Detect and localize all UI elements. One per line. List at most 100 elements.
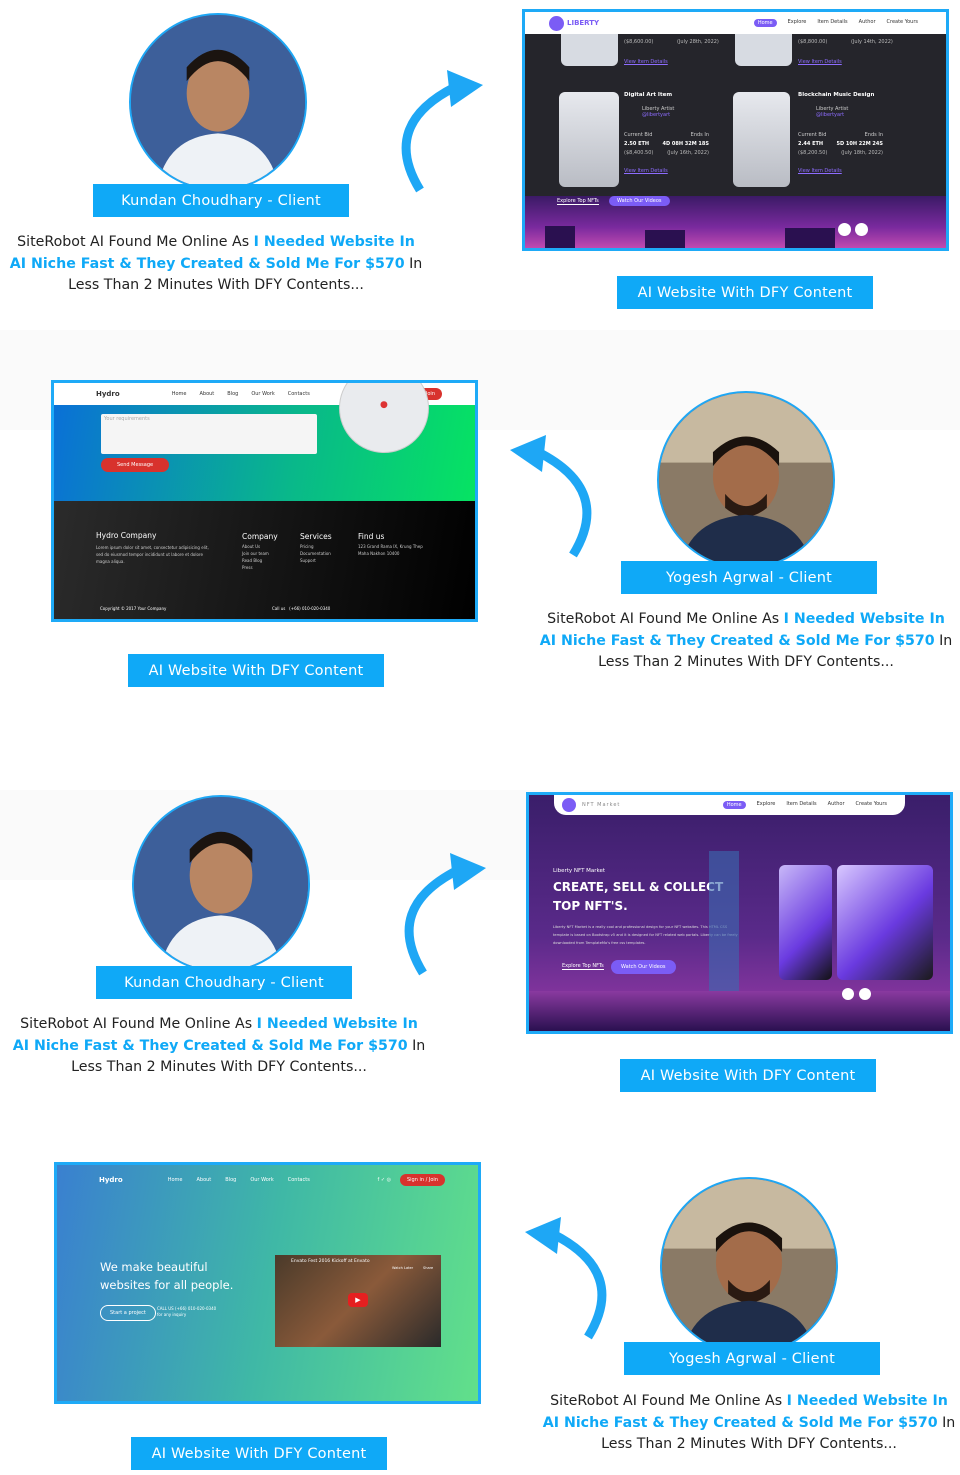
website-label: AI Website With DFY Content	[620, 1059, 876, 1092]
footer-link[interactable]: Press	[242, 564, 278, 571]
client-name-label: Yogesh Agrwal - Client	[621, 561, 877, 594]
nav-home[interactable]: Home	[168, 1177, 183, 1183]
nav-about[interactable]: About	[196, 1177, 211, 1183]
testimonial-highlight: I Needed Website In	[786, 1393, 948, 1409]
nav-contacts[interactable]: Contacts	[288, 1177, 310, 1183]
hero-title: TOP NFT'S.	[553, 899, 628, 913]
curved-arrow-left-icon	[510, 435, 592, 558]
testimonial-highlight: I Needed Website In	[253, 234, 415, 250]
sign-in-button[interactable]: Sign in / Join	[399, 1174, 445, 1186]
current-bid: 2.50 ETH	[624, 141, 650, 147]
nft-image	[837, 865, 933, 980]
nft-image	[779, 865, 832, 980]
client-name-label: Kundan Choudhary - Client	[93, 184, 349, 217]
footer-link[interactable]: Pricing	[300, 543, 332, 550]
footer-company-title: Hydro Company	[96, 531, 157, 540]
view-details-link[interactable]: View Item Details	[624, 59, 668, 65]
price-usd: ($8,400.50)	[624, 150, 654, 156]
liberty-logo-icon	[562, 798, 576, 812]
nav-author[interactable]: Author	[828, 801, 845, 809]
nav-blog[interactable]: Blog	[225, 1177, 236, 1183]
client-name-label: Kundan Choudhary - Client	[96, 966, 352, 999]
client-avatar	[129, 13, 307, 191]
nav-create-yours[interactable]: Create Yours	[856, 801, 887, 809]
footer-link[interactable]: Support	[300, 557, 332, 564]
nav-contacts[interactable]: Contacts	[288, 391, 310, 397]
bid-label: Current Bid	[624, 132, 653, 138]
nav-author[interactable]: Author	[859, 19, 876, 27]
video-title: Envato Fest 2016 Kickoff at Envato	[291, 1259, 370, 1264]
price-usd: ($8,600.00)	[624, 39, 654, 45]
watch-videos-button[interactable]: Watch Our Videos	[609, 196, 670, 206]
hydro-logo: Hydro	[99, 1176, 123, 1184]
footer-address: 123 Grand Rama IX, Krung Thep Maha Nakho…	[358, 544, 423, 556]
share-button[interactable]: Share	[423, 1266, 433, 1270]
footer-phone: Call us (+66) 010-020-0340	[272, 606, 331, 611]
nav-item-details[interactable]: Item Details	[786, 801, 816, 809]
next-slide-button[interactable]	[855, 223, 868, 236]
date: (July 16th, 2022)	[667, 150, 709, 156]
nav-our-work[interactable]: Our Work	[250, 1177, 273, 1183]
view-details-link[interactable]: View Item Details	[624, 168, 709, 174]
liberty-logo: LIBERTY	[567, 19, 600, 27]
footer-col-title: Company	[242, 532, 278, 541]
testimonial-plain: In	[937, 1414, 956, 1431]
explore-button[interactable]: Explore Top NFTs	[557, 198, 599, 205]
nav-item-details[interactable]: Item Details	[817, 19, 847, 27]
textarea-placeholder: Your requirements	[104, 416, 150, 422]
testimonial-highlight: AI Niche Fast & They Created & Sold Me F…	[542, 1414, 938, 1431]
footer-link[interactable]: Join our team	[242, 550, 278, 557]
explore-button[interactable]: Explore Top NFTs	[562, 963, 604, 970]
video-embed[interactable]: Envato Fest 2016 Kickoff at Envato Watch…	[275, 1255, 441, 1347]
testimonial-text: SiteRobot AI Found Me Online As I Needed…	[0, 232, 436, 297]
nav-explore[interactable]: Explore	[757, 801, 776, 809]
nav-explore[interactable]: Explore	[788, 19, 807, 27]
view-details-link[interactable]: View Item Details	[798, 59, 842, 65]
nav-create-yours[interactable]: Create Yours	[887, 19, 918, 27]
hero-title: CREATE, SELL & COLLECT	[553, 880, 724, 894]
nav-blog[interactable]: Blog	[227, 391, 238, 397]
requirements-textarea[interactable]: Your requirements	[101, 414, 317, 454]
website-screenshot-hydro-hero: Hydro Home About Blog Our Work Contacts f ✓ …	[54, 1162, 481, 1404]
play-icon[interactable]: ▶	[348, 1293, 368, 1307]
prev-slide-button[interactable]	[842, 988, 854, 1000]
liberty-navbar: NFT Market Home Explore Item Details Author…	[554, 795, 905, 815]
testimonial-text: SiteRobot AI Found Me Online As I Needed…	[526, 609, 960, 674]
artist-handle: @libertyart	[816, 112, 845, 118]
footer-company-desc: Lorem ipsum dolor sit amet, consectetur …	[96, 545, 209, 564]
footer-copyright: Copyright © 2017 Your Company	[100, 606, 167, 611]
current-bid: 2.44 ETH	[798, 141, 824, 147]
send-message-button[interactable]: Send Message	[101, 458, 170, 472]
date: (July 28th, 2022)	[677, 39, 719, 45]
nav-about[interactable]: About	[199, 391, 214, 397]
prev-slide-button[interactable]	[838, 223, 851, 236]
testimonial-plain: Less Than 2 Minutes With DFY Contents...	[601, 1436, 897, 1453]
liberty-navbar: LIBERTY Home Explore Item Details Author…	[525, 12, 946, 34]
footer-link[interactable]: About Us	[242, 543, 278, 550]
website-screenshot-hydro-contact: Hydro HomeAboutBlogOur WorkContacts f ✓ …	[51, 380, 478, 622]
watch-later-button[interactable]: Watch Later	[392, 1266, 413, 1270]
hero-title: websites for all people.	[100, 1278, 234, 1292]
hydro-navbar: Hydro Home About Blog Our Work Contacts f ✓ …	[57, 1172, 478, 1188]
watch-videos-button[interactable]: Watch Our Videos	[611, 960, 676, 974]
nav-home[interactable]: Home	[722, 801, 746, 809]
footer-link[interactable]: Read Blog	[242, 557, 278, 564]
next-slide-button[interactable]	[859, 988, 871, 1000]
nav-home[interactable]: Home	[753, 19, 777, 27]
client-avatar	[660, 1177, 838, 1355]
nav-home[interactable]: Home	[172, 391, 187, 397]
social-icons[interactable]: f ✓ ◎	[377, 1177, 391, 1183]
hero-title: We make beautiful	[100, 1260, 208, 1274]
view-details-link[interactable]: View Item Details	[798, 168, 883, 174]
ends-label: Ends In	[864, 132, 883, 138]
footer-link[interactable]: Documentation	[300, 550, 332, 557]
nft-card	[733, 92, 790, 187]
nav-our-work[interactable]: Our Work	[251, 391, 274, 397]
website-screenshot-liberty-hero: NFT Market Home Explore Item Details Author…	[526, 792, 953, 1034]
liberty-logo-icon	[549, 15, 564, 31]
ends-in: 5D 10H 22M 24S	[836, 141, 884, 147]
start-project-button[interactable]: Start a project	[100, 1305, 156, 1321]
hero-phone-sub: for any inquiry	[157, 1312, 187, 1317]
testimonial-highlight: AI Niche Fast & They Created & Sold Me F…	[9, 255, 405, 272]
footer-col-title: Services	[300, 532, 332, 541]
